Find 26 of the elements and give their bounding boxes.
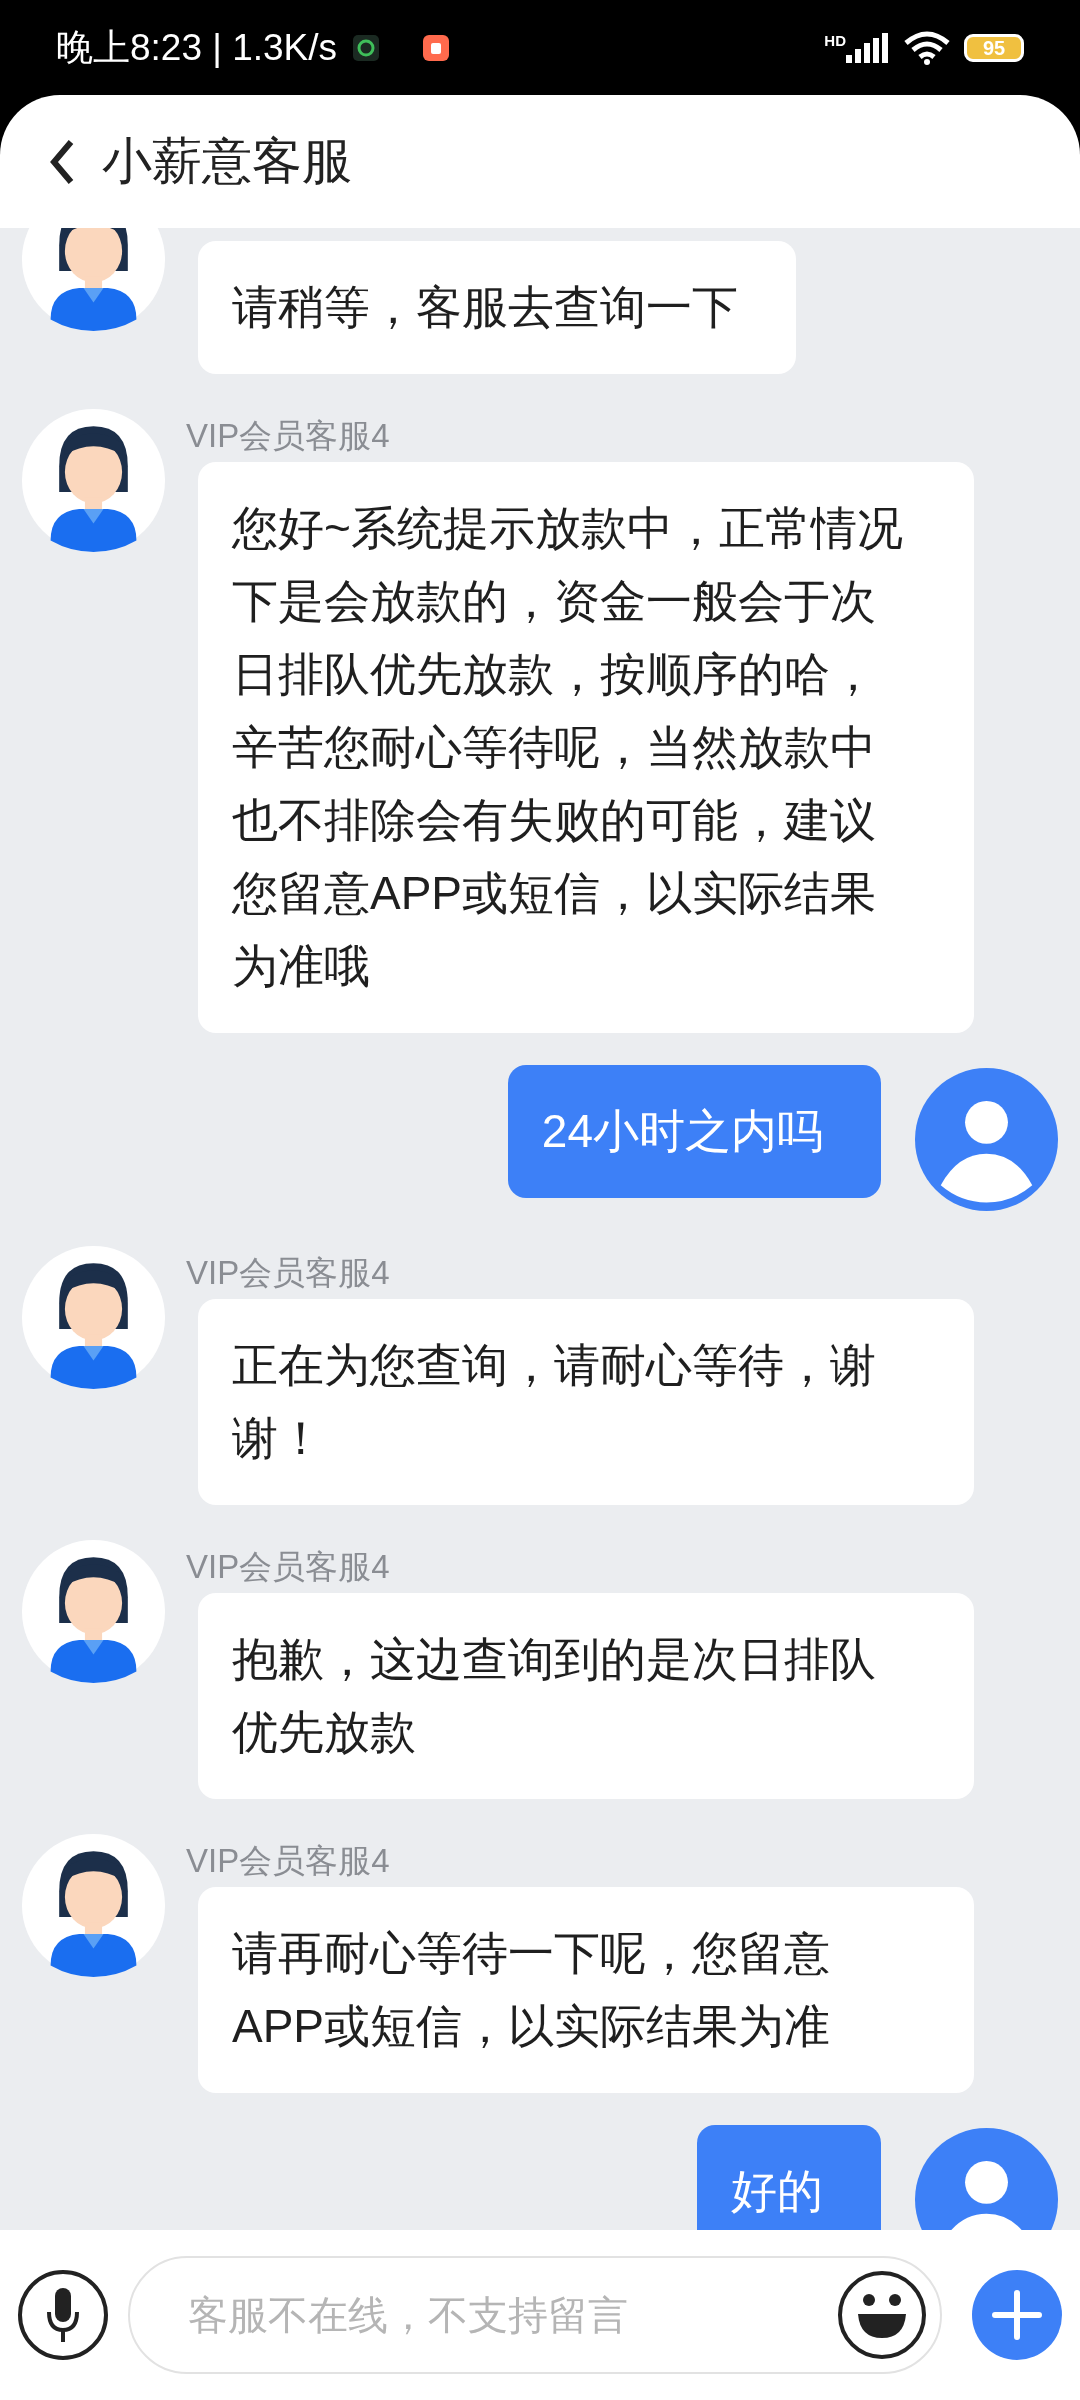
agent-name: VIP会员客服4 <box>186 1253 391 1293</box>
plus-icon <box>992 2290 1042 2340</box>
network-type: HD <box>824 32 846 48</box>
agent-name: VIP会员客服4 <box>186 416 391 456</box>
app-notification-icon <box>353 34 380 61</box>
header-title: 小薪意客服 <box>102 132 352 191</box>
back-icon <box>49 138 75 185</box>
message-bubble: 请再耐心等待一下呢，您留意APP或短信，以实际结果为准 <box>198 1887 974 2093</box>
agent-name: VIP会员客服4 <box>186 1841 391 1881</box>
voice-button[interactable] <box>18 2270 108 2360</box>
message-bubble: 正在为您查询，请耐心等待，谢谢！ <box>198 1299 974 1505</box>
message-field[interactable]: 客服不在线，不支持留言 <box>128 2256 942 2374</box>
message-bubble: 您好~系统提示放款中，正常情况下是会放款的，资金一般会于次日排队优先放款，按顺序的哈，辛苦您耐心等待呢，当然放款中也不排除会有失败的可能，建议您留意APP或短信，以实际结果为准哦 <box>198 462 974 1033</box>
wifi-icon <box>904 30 950 65</box>
emoji-button[interactable] <box>838 2271 926 2359</box>
signal-icon <box>846 32 890 63</box>
message-input[interactable]: 客服不在线，不支持留言 <box>188 2285 838 2345</box>
message-bubble: 24小时之内吗 <box>507 1065 881 1198</box>
app-notification-icon <box>423 34 450 61</box>
battery-indicator: 95 <box>964 33 1024 62</box>
microphone-icon <box>46 2288 80 2342</box>
status-time: 晚上8:23 | 1.3K/s <box>56 25 338 70</box>
message-bubble: 请稍等，客服去查询一下 <box>198 241 796 374</box>
message-bubble: 抱歉，这边查询到的是次日排队优先放款 <box>198 1593 974 1799</box>
message-bubble: 好的 <box>697 2125 881 2230</box>
agent-name: VIP会员客服4 <box>186 1547 391 1587</box>
